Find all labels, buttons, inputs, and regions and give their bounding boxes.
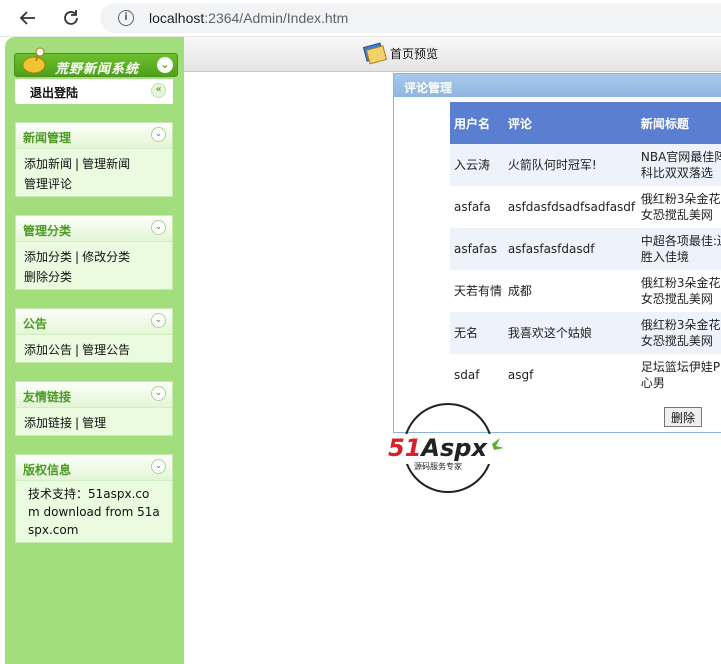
manage-announcement-link[interactable]: 管理公告	[82, 343, 130, 357]
table-row[interactable]: 天若有情 成都 俄红粉3朵金花女恐搅乱美网	[450, 270, 721, 312]
cell-comment: 火箭队何时冠军!	[503, 144, 637, 186]
manage-comments-link[interactable]: 管理评论	[24, 177, 72, 191]
panel-body: 添加公告 | 管理公告	[16, 335, 172, 365]
panel-body: 添加分类 | 修改分类 删除分类	[16, 242, 172, 292]
collapse-left-icon[interactable]: «	[151, 83, 166, 98]
site-info-icon[interactable]: i	[118, 10, 134, 26]
panel-title: 评论管理	[404, 81, 453, 95]
panel-news-management: 新闻管理 ⌄ 添加新闻 | 管理新闻 管理评论	[15, 122, 173, 197]
cell-news-title: NBA官网最佳阵科比双双落选	[636, 144, 721, 186]
table-header-row: 用户名 评论 新闻标题	[450, 102, 721, 144]
watermark-brand: 51Aspx	[388, 434, 488, 462]
cell-news-title: 足坛篮坛伊娃P心男	[636, 354, 721, 396]
cell-comment: asfdasfdsadfsadfasdf	[503, 186, 637, 228]
cell-user: asfafa	[450, 186, 504, 228]
watermark-logo: 51Aspx 源码服务专家	[388, 402, 512, 494]
cell-comment: 成都	[503, 270, 637, 312]
reload-icon	[64, 10, 78, 25]
table-row[interactable]: 无名 我喜欢这个姑娘 俄红粉3朵金花女恐搅乱美网	[450, 312, 721, 354]
separator: |	[75, 416, 80, 430]
column-header-news-title: 新闻标题	[636, 102, 721, 144]
cell-comment: asgf	[503, 354, 637, 396]
cell-user: 无名	[450, 312, 504, 354]
chevron-down-icon[interactable]: ⌄	[151, 127, 166, 142]
logo-bar: 荒野新闻系统 ⌄	[14, 47, 178, 77]
panel-title: 新闻管理	[23, 131, 72, 145]
edit-category-link[interactable]: 修改分类	[82, 250, 130, 264]
add-news-link[interactable]: 添加新闻	[24, 157, 72, 171]
column-header-user: 用户名	[450, 102, 504, 144]
panel-body: 添加新闻 | 管理新闻 管理评论	[16, 149, 172, 199]
cell-news-title: 中超各项最佳:连胜入佳境	[636, 228, 721, 270]
site-logo-text: 荒野新闻系统	[55, 62, 140, 77]
panel-category-management: 管理分类 ⌄ 添加分类 | 修改分类 删除分类	[15, 215, 173, 290]
table-row[interactable]: asfafa asfdasfdsadfsadfasdf 俄红粉3朵金花女恐搅乱美…	[450, 186, 721, 228]
chevron-down-icon[interactable]: ⌄	[151, 313, 166, 328]
chevron-down-icon[interactable]: ⌄	[151, 220, 166, 235]
cell-user: sdaf	[450, 354, 504, 396]
cell-news-title: 俄红粉3朵金花女恐搅乱美网	[636, 270, 721, 312]
cell-user: 入云涛	[450, 144, 504, 186]
logout-bar: 退出登陆 «	[15, 79, 173, 104]
folder-icon	[362, 41, 388, 65]
table-row[interactable]: asfafas asfasfasfdasdf 中超各项最佳:连胜入佳境	[450, 228, 721, 270]
panel-header: 版权信息 ⌄	[16, 455, 172, 481]
panel-announcements: 公告 ⌄ 添加公告 | 管理公告	[15, 308, 173, 363]
cell-news-title: 俄红粉3朵金花女恐搅乱美网	[636, 186, 721, 228]
manage-news-link[interactable]: 管理新闻	[82, 157, 130, 171]
cell-comment: 我喜欢这个姑娘	[503, 312, 637, 354]
separator: |	[75, 250, 80, 264]
cell-comment: asfasfasfdasdf	[503, 228, 637, 270]
add-category-link[interactable]: 添加分类	[24, 250, 72, 264]
reload-button[interactable]	[58, 5, 84, 31]
watermark-brand-suffix: Aspx	[419, 434, 488, 462]
panel-friend-links: 友情链接 ⌄ 添加链接 | 管理	[15, 381, 173, 436]
delete-category-link[interactable]: 删除分类	[24, 270, 72, 284]
separator: |	[75, 157, 80, 171]
url-path: :2364/Admin/Index.htm	[204, 10, 349, 26]
home-preview-button[interactable]: 首页预览	[362, 41, 438, 65]
url-text[interactable]: localhost:2364/Admin/Index.htm	[149, 10, 348, 26]
column-header-comment: 评论	[503, 102, 637, 144]
delete-button[interactable]: 删除	[664, 407, 702, 427]
comment-management-panel: 评论管理 用户名 评论 新闻标题 入云涛 火箭队何时冠军! NBA官网最佳阵科比…	[393, 73, 721, 433]
chevron-down-icon[interactable]: ⌄	[157, 57, 173, 73]
table-row[interactable]: 入云涛 火箭队何时冠军! NBA官网最佳阵科比双双落选	[450, 144, 721, 186]
separator: |	[75, 343, 80, 357]
panel-title: 友情链接	[23, 390, 72, 404]
logout-link[interactable]: 退出登陆	[30, 84, 78, 101]
copyright-text: 技术支持：51aspx.com download from 51aspx.com	[28, 487, 160, 537]
panel-body: 添加链接 | 管理	[16, 408, 172, 438]
table-row[interactable]: sdaf asgf 足坛篮坛伊娃P心男	[450, 354, 721, 396]
watermark-tagline: 源码服务专家	[414, 461, 462, 471]
panel-copyright: 版权信息 ⌄ 技术支持：51aspx.com download from 51a…	[15, 454, 173, 543]
panel-title: 版权信息	[23, 463, 72, 477]
top-toolbar	[184, 37, 721, 72]
panel-header: 友情链接 ⌄	[16, 382, 172, 408]
home-preview-label: 首页预览	[390, 46, 439, 61]
cell-news-title: 俄红粉3朵金花女恐搅乱美网	[636, 312, 721, 354]
panel-title: 管理分类	[23, 224, 72, 238]
mascot-logo-icon	[20, 46, 50, 76]
browser-toolbar: i localhost:2364/Admin/Index.htm	[0, 0, 721, 37]
manage-links-link[interactable]: 管理	[82, 416, 106, 430]
cell-user: 天若有情	[450, 270, 504, 312]
back-arrow-icon	[19, 11, 35, 25]
panel-title: 公告	[23, 317, 48, 331]
add-announcement-link[interactable]: 添加公告	[24, 343, 72, 357]
comments-table: 用户名 评论 新闻标题 入云涛 火箭队何时冠军! NBA官网最佳阵科比双双落选 …	[450, 102, 721, 396]
chevron-down-icon[interactable]: ⌄	[151, 459, 166, 474]
panel-header: 评论管理	[394, 74, 721, 97]
panel-header: 管理分类 ⌄	[16, 216, 172, 242]
panel-header: 公告 ⌄	[16, 309, 172, 335]
add-link-link[interactable]: 添加链接	[24, 416, 72, 430]
url-host: localhost	[149, 10, 205, 26]
chevron-down-icon[interactable]: ⌄	[151, 386, 166, 401]
back-button[interactable]	[15, 5, 41, 31]
cell-user: asfafas	[450, 228, 504, 270]
panel-header: 新闻管理 ⌄	[16, 123, 172, 149]
